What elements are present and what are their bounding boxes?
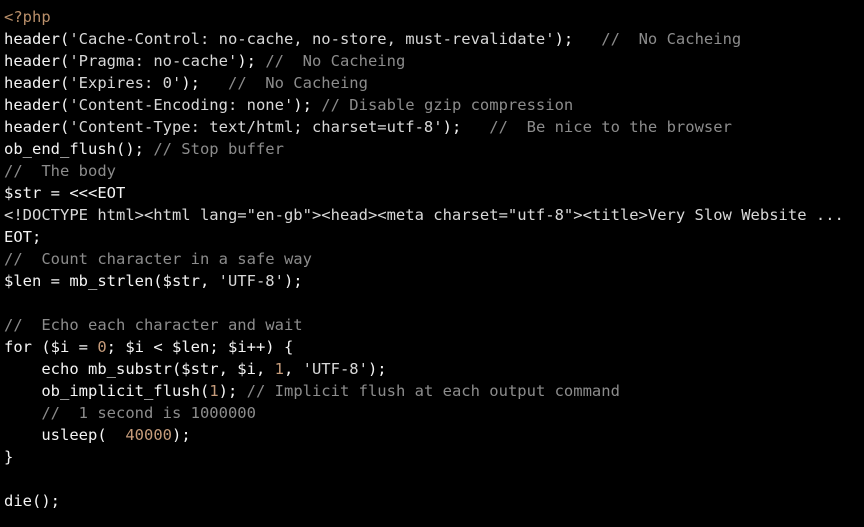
code-segment-code: header( <box>4 74 70 92</box>
code-listing: <?php header('Cache-Control: no-cache, no… <box>0 6 864 512</box>
code-segment-code: ); <box>237 52 266 70</box>
code-segment-code: , <box>283 360 303 378</box>
code-line: for ($i = 0; $i < $len; $i++) { <box>0 336 864 358</box>
code-segment-string: 'Expires: 0' <box>69 74 182 92</box>
code-segment-code: $str = <<<EOT <box>4 184 126 202</box>
code-segment-code: } <box>4 448 14 466</box>
code-segment-code: ); <box>172 426 191 444</box>
code-line: // 1 second is 1000000 <box>0 402 864 424</box>
code-segment-comment: // The body <box>4 162 116 180</box>
code-segment-number: 40000 <box>125 426 172 444</box>
code-segment-code: ); <box>218 382 247 400</box>
code-segment-string: 'Content-Type: text/html; charset=utf-8' <box>69 118 443 136</box>
code-line: EOT; <box>0 226 864 248</box>
code-line: header('Expires: 0'); // No Cacheing <box>0 72 864 94</box>
code-segment-number: 1 <box>274 360 284 378</box>
code-segment-comment: // Disable gzip compression <box>321 96 574 114</box>
code-viewer[interactable]: <?php header('Cache-Control: no-cache, no… <box>0 6 864 527</box>
code-segment-comment: // Implicit flush at each output command <box>246 382 620 400</box>
code-segment-string: 'UTF-8' <box>218 272 284 290</box>
code-line: <!DOCTYPE html><html lang="en-gb"><head>… <box>0 204 864 226</box>
code-line: $str = <<<EOT <box>0 182 864 204</box>
code-segment-number: 1 <box>209 382 219 400</box>
code-line: <?php <box>0 6 864 28</box>
code-segment-string: 'Content-Encoding: none' <box>69 96 294 114</box>
code-segment-blank <box>4 294 13 312</box>
code-segment-tag: <?php <box>4 8 51 26</box>
code-segment-code: ; $i < $len; $i++) { <box>106 338 294 356</box>
code-line: ob_implicit_flush(1); // Implicit flush … <box>0 380 864 402</box>
code-segment-code: ); <box>554 30 602 48</box>
code-segment-code: die(); <box>4 492 60 510</box>
code-segment-code: ob_implicit_flush( <box>4 382 210 400</box>
code-line: } <box>0 446 864 468</box>
code-segment-string: <!DOCTYPE html><html lang="en-gb"><head>… <box>4 206 844 224</box>
code-segment-code: ); <box>181 74 228 92</box>
code-segment-comment: // Be nice to the browser <box>489 118 732 136</box>
code-line: $len = mb_strlen($str, 'UTF-8'); <box>0 270 864 292</box>
code-segment-code: for ($i = <box>4 338 98 356</box>
code-segment-comment: // Echo each character and wait <box>4 316 303 334</box>
code-segment-code: header( <box>4 96 70 114</box>
code-segment-comment: // 1 second is 1000000 <box>4 404 256 422</box>
code-segment-code: echo mb_substr($str, $i, <box>4 360 275 378</box>
code-line: usleep( 40000); <box>0 424 864 446</box>
code-line <box>0 292 864 314</box>
code-line <box>0 468 864 490</box>
code-segment-code: EOT; <box>4 228 42 246</box>
code-segment-code: ); <box>283 272 303 290</box>
code-segment-code: header( <box>4 118 70 136</box>
code-segment-code: usleep( <box>4 426 126 444</box>
code-segment-code: header( <box>4 30 70 48</box>
code-line: // The body <box>0 160 864 182</box>
code-line: header('Content-Encoding: none'); // Dis… <box>0 94 864 116</box>
code-segment-blank <box>4 470 13 488</box>
code-segment-number: 0 <box>97 338 107 356</box>
code-segment-comment: // No Cacheing <box>601 30 742 48</box>
code-segment-comment: // No Cacheing <box>227 74 368 92</box>
code-segment-string: 'Pragma: no-cache' <box>69 52 238 70</box>
code-segment-code: $len = mb_strlen($str, <box>4 272 219 290</box>
code-segment-code: ob_end_flush(); <box>4 140 154 158</box>
code-line: // Count character in a safe way <box>0 248 864 270</box>
code-line: ob_end_flush(); // Stop buffer <box>0 138 864 160</box>
code-line: header('Cache-Control: no-cache, no-stor… <box>0 28 864 50</box>
code-segment-comment: // Stop buffer <box>153 140 284 158</box>
code-line: die(); <box>0 490 864 512</box>
code-segment-comment: // Count character in a safe way <box>4 250 312 268</box>
code-line: header('Pragma: no-cache'); // No Cachei… <box>0 50 864 72</box>
code-segment-string: 'UTF-8' <box>302 360 368 378</box>
code-segment-code: header( <box>4 52 70 70</box>
code-segment-code: ); <box>442 118 490 136</box>
code-line: header('Content-Type: text/html; charset… <box>0 116 864 138</box>
code-line: // Echo each character and wait <box>0 314 864 336</box>
code-segment-code: ); <box>367 360 387 378</box>
code-segment-comment: // No Cacheing <box>265 52 406 70</box>
code-segment-code: ); <box>293 96 322 114</box>
code-segment-string: 'Cache-Control: no-cache, no-store, must… <box>69 30 555 48</box>
code-line: echo mb_substr($str, $i, 1, 'UTF-8'); <box>0 358 864 380</box>
